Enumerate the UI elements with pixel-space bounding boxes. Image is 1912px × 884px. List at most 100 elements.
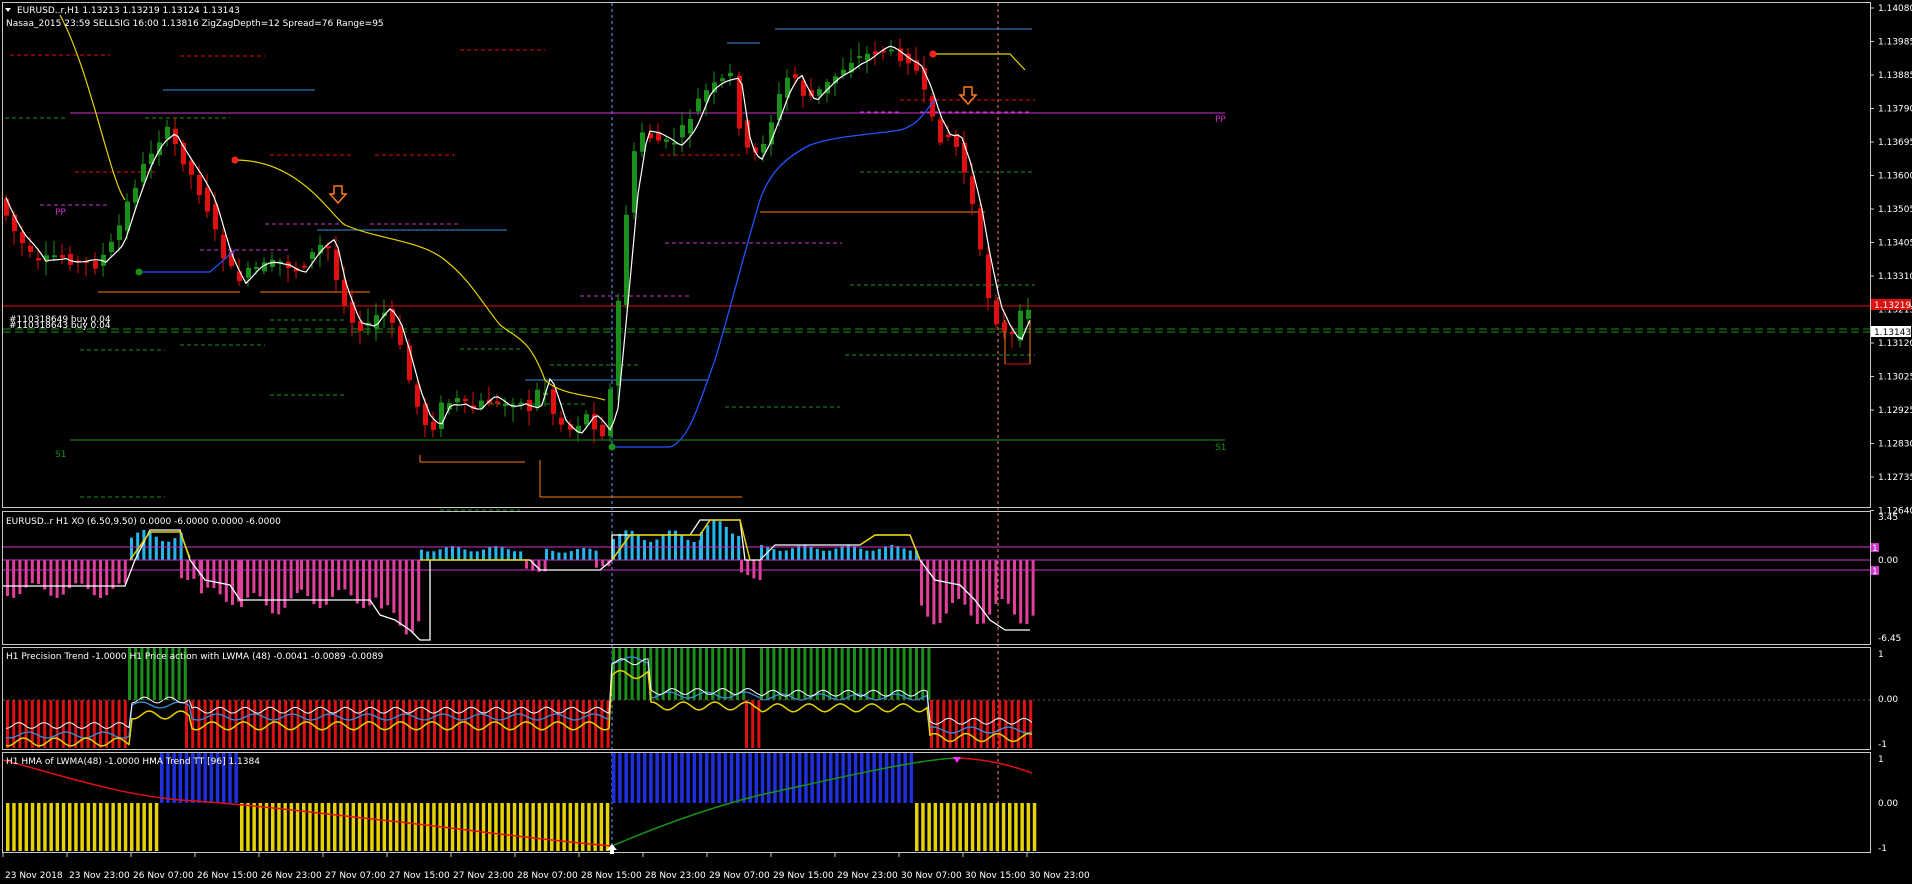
precision-down-bar bbox=[86, 700, 90, 748]
hma-down-bar bbox=[382, 803, 387, 851]
precision-down-bar bbox=[271, 700, 275, 748]
xo-down-bar bbox=[18, 560, 22, 595]
precision-down-bar bbox=[930, 700, 933, 748]
candle-body bbox=[978, 208, 983, 250]
hma-down-bar bbox=[543, 803, 548, 851]
hma-down-bar bbox=[927, 803, 931, 851]
xo-down-bar bbox=[61, 560, 65, 595]
hma-down-bar bbox=[531, 803, 535, 851]
hma-up-bar bbox=[711, 753, 715, 803]
hma-up-bar bbox=[847, 753, 852, 803]
hma-down-bar bbox=[370, 803, 374, 851]
time-tick-label: 28 Nov 15:00 bbox=[581, 871, 642, 881]
hma-down-bar bbox=[80, 803, 84, 851]
xo-up-bar bbox=[438, 549, 442, 560]
hma-up-bar bbox=[667, 753, 672, 803]
candle-body bbox=[495, 401, 500, 404]
hma-down-bar bbox=[506, 803, 511, 851]
hma-down-bar bbox=[43, 803, 47, 851]
precision-down-bar bbox=[333, 700, 337, 748]
precision-down-bar bbox=[402, 700, 405, 748]
candle-body bbox=[1026, 309, 1031, 319]
hma-down-bar bbox=[376, 803, 380, 851]
precision-up-bar bbox=[809, 648, 813, 700]
precision-up-bar bbox=[797, 648, 801, 700]
time-tick-label: 28 Nov 23:00 bbox=[645, 871, 706, 881]
hma-down-bar bbox=[136, 803, 140, 851]
xo-up-bar bbox=[686, 539, 690, 560]
xo-up-bar bbox=[896, 545, 900, 560]
signal-dot-icon bbox=[135, 268, 143, 276]
xo-up-bar bbox=[432, 551, 436, 560]
precision-up-bar bbox=[711, 648, 715, 700]
xo-up-bar bbox=[482, 549, 485, 560]
hma-down-bar bbox=[432, 803, 436, 851]
xo-up-bar bbox=[451, 546, 454, 560]
precision-down-bar bbox=[1023, 700, 1026, 748]
hma-down-bar bbox=[1008, 803, 1012, 851]
precision-up-bar bbox=[921, 648, 925, 700]
candle-body bbox=[36, 258, 41, 261]
hma-down-bar bbox=[74, 803, 78, 851]
hma-down-bar bbox=[130, 803, 134, 851]
xo-down-bar bbox=[362, 560, 365, 608]
xo-down-bar bbox=[55, 560, 59, 598]
xo-up-bar bbox=[853, 546, 856, 560]
precision-down-bar bbox=[501, 700, 505, 748]
time-tick-label: 28 Nov 07:00 bbox=[517, 871, 578, 881]
hma-down-bar bbox=[246, 803, 250, 851]
hma-down-bar bbox=[258, 803, 263, 851]
hma-down-bar bbox=[915, 803, 919, 851]
xo-up-bar bbox=[706, 525, 710, 560]
hma-up-bar bbox=[853, 753, 858, 803]
xo-up-bar bbox=[594, 550, 598, 560]
hma-down-bar bbox=[500, 803, 504, 851]
hma-down-bar bbox=[419, 803, 424, 851]
xo-down-bar bbox=[117, 560, 121, 584]
candle-body bbox=[415, 384, 420, 407]
precision-down-bar bbox=[482, 700, 486, 748]
hma-down-bar bbox=[1014, 803, 1018, 851]
candle-body bbox=[551, 389, 556, 414]
hma-down-bar bbox=[333, 803, 337, 851]
hma-down-bar bbox=[933, 803, 938, 851]
xo-down-bar bbox=[337, 560, 341, 591]
xo-up-bar bbox=[778, 550, 782, 560]
xo-up-bar bbox=[475, 551, 479, 560]
candle-body bbox=[688, 119, 693, 134]
xo-up-bar bbox=[828, 550, 832, 560]
candle-body bbox=[439, 402, 444, 430]
precision-down-bar bbox=[942, 700, 946, 748]
precision-up-bar bbox=[692, 648, 696, 700]
candle-body bbox=[197, 174, 202, 196]
precision-up-bar bbox=[822, 648, 825, 700]
xo-down-bar bbox=[306, 560, 310, 597]
hma-down-bar bbox=[995, 803, 1000, 851]
hma-up-bar bbox=[860, 753, 864, 803]
order-label[interactable]: #110318643 buy 0.04 bbox=[9, 321, 111, 331]
precision-tick: 0.00 bbox=[1878, 695, 1898, 705]
precision-down-bar bbox=[352, 700, 356, 748]
xo-up-bar bbox=[420, 549, 423, 560]
candle-body bbox=[52, 255, 57, 258]
precision-down-bar bbox=[6, 700, 9, 748]
hma-down-bar bbox=[519, 803, 523, 851]
xo-up-bar bbox=[692, 541, 696, 560]
precision-up-bar bbox=[834, 648, 838, 700]
hma-up-bar bbox=[903, 753, 907, 803]
candle-body bbox=[1018, 310, 1023, 341]
hma-down-bar bbox=[958, 803, 962, 851]
candle-body bbox=[728, 72, 733, 77]
candle-body bbox=[60, 255, 65, 258]
candle-body bbox=[455, 398, 460, 403]
precision-pane-title: H1 Precision Trend -1.0000 H1 Price acti… bbox=[6, 652, 384, 662]
hma-up-bar bbox=[748, 753, 752, 803]
xo-up-bar bbox=[161, 541, 164, 560]
xo-up-bar bbox=[884, 546, 887, 560]
xo-down-bar bbox=[86, 560, 90, 589]
precision-down-bar bbox=[209, 700, 213, 748]
hma-up-bar bbox=[717, 753, 721, 803]
indicator-summary: Nasaa_2015 23:59 SELLSIG 16:00 1.13816 Z… bbox=[6, 19, 384, 29]
precision-down-bar bbox=[105, 700, 109, 748]
hma-down-bar bbox=[1032, 803, 1037, 851]
